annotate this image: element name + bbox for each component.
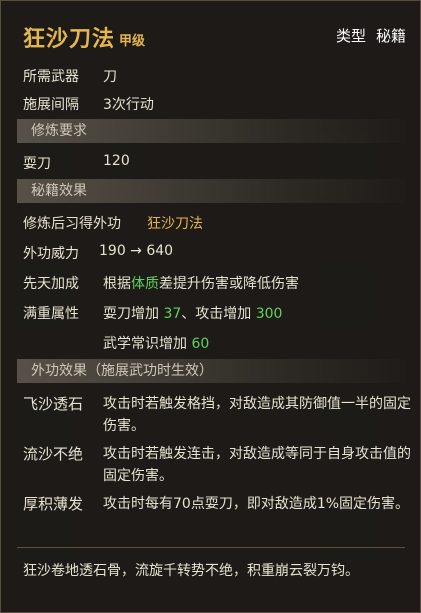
learn-value: 狂沙刀法: [147, 216, 203, 232]
weapon-key: 所需武器: [23, 69, 79, 85]
outer-effect-key: 流沙不绝: [23, 445, 84, 463]
innate-suffix: 差提升伤害或降低伤害: [159, 276, 299, 292]
full-line1-c: 、攻击增加: [181, 306, 256, 322]
skill-title: 狂沙刀法: [23, 27, 116, 52]
full-line1: 耍刀增加 37、攻击增加 300: [103, 303, 282, 323]
innate-prefix: 根据: [103, 276, 131, 292]
skill-tooltip-panel: 狂沙刀法 甲级 类型 秘籍 所需武器 刀 施展间隔 3次行动 修炼要求 耍刀 1…: [0, 0, 421, 613]
full-line1-b: 37: [163, 306, 182, 322]
learn-key: 修炼后习得外功: [23, 216, 121, 232]
interval-key: 施展间隔: [23, 97, 79, 113]
divider: [17, 547, 405, 548]
section-effects: 秘籍效果: [17, 179, 405, 203]
full-line2-b: 60: [191, 336, 210, 352]
full-line2: 武学常识增加 60: [103, 333, 209, 353]
outer-effect-value: 攻击时若触发格挡，对敌造成其防御值一半的固定伤害。: [103, 396, 411, 434]
skill-grade: 甲级: [119, 34, 146, 49]
type-value: 秘籍: [375, 27, 406, 45]
power-value: 190 → 640: [99, 243, 174, 259]
outer-effect-key: 厚积薄发: [23, 495, 84, 513]
outer-effect-value: 攻击时若触发连击，对敌造成等同于自身攻击值的固定伤害。: [103, 446, 411, 484]
innate-attr: 体质: [131, 276, 159, 292]
skill-type: 类型 秘籍: [336, 25, 406, 46]
type-label: 类型: [335, 27, 366, 45]
full-line1-a: 耍刀增加: [103, 306, 164, 322]
power-key: 外功威力: [23, 246, 79, 262]
outer-effect-value: 攻击时每有70点耍刀，即对敌造成1%固定伤害。: [103, 496, 410, 512]
full-line1-d: 300: [255, 306, 283, 322]
full-key: 满重属性: [23, 306, 79, 322]
section-requirement: 修炼要求: [17, 119, 405, 143]
outer-effect-key: 飞沙透石: [23, 395, 84, 413]
innate-key: 先天加成: [23, 276, 79, 292]
interval-value: 3次行动: [103, 97, 154, 113]
innate-value: 根据体质差提升伤害或降低伤害: [103, 273, 299, 293]
flavor-text: 狂沙卷地透石骨，流旋千转势不绝，积重崩云裂万钧。: [23, 563, 359, 579]
weapon-value: 刀: [103, 69, 117, 85]
requirement-value: 120: [103, 153, 130, 169]
requirement-key: 耍刀: [23, 156, 51, 172]
section-outer-effects: 外功效果（施展武功时生效）: [17, 359, 405, 383]
full-line2-a: 武学常识增加: [103, 336, 192, 352]
